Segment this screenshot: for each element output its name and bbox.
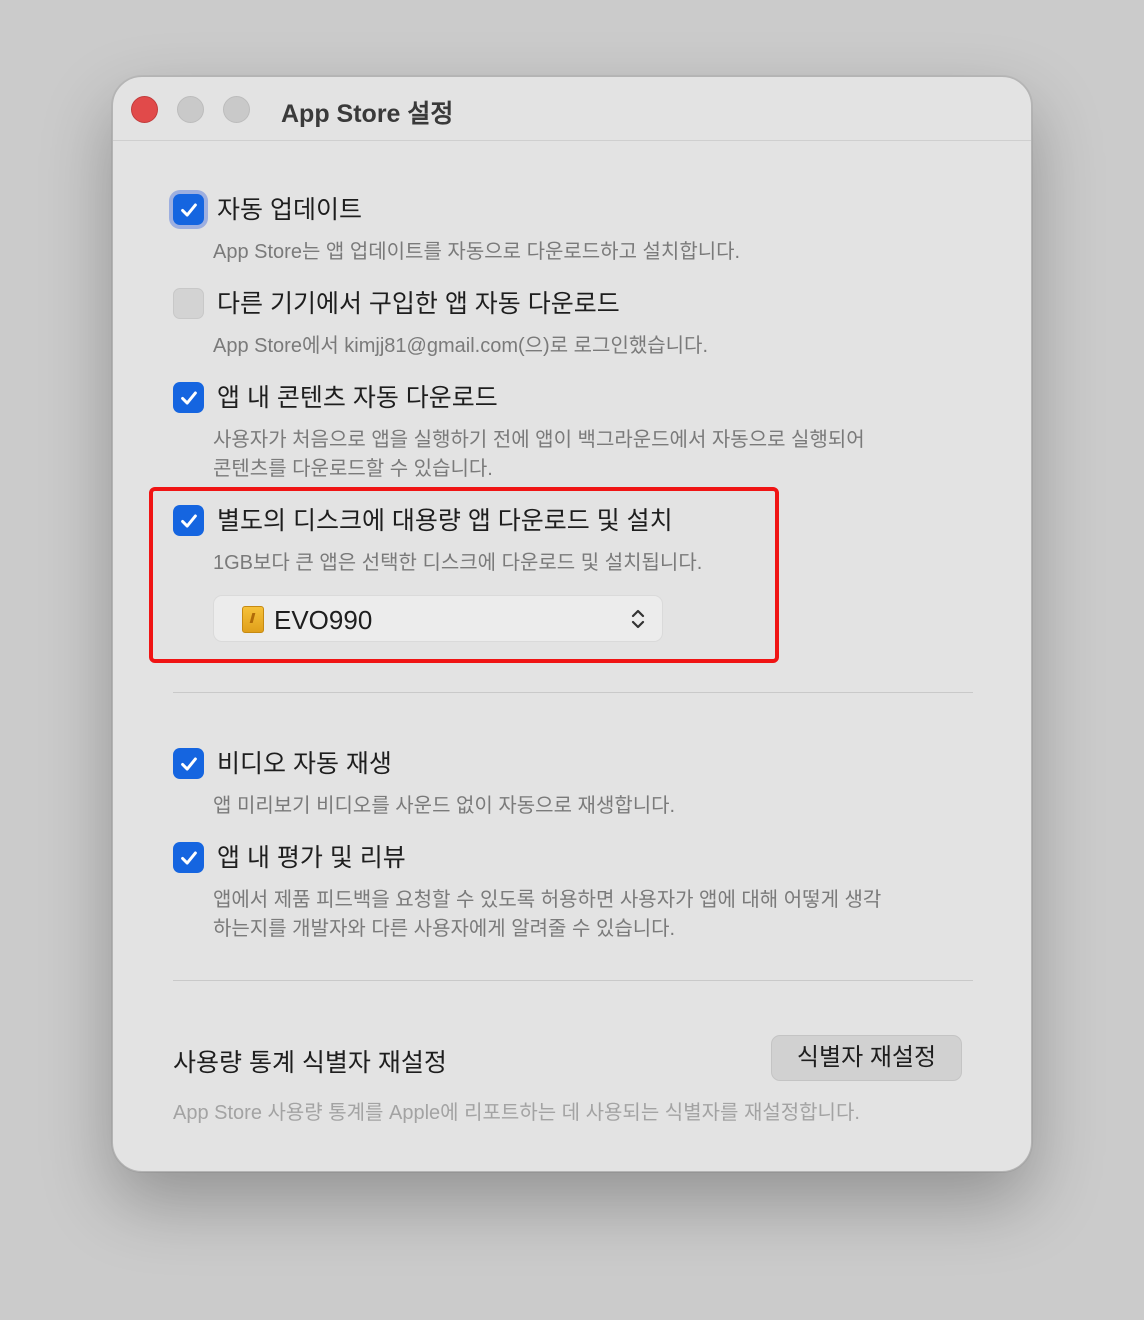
checkmark-icon [180, 513, 197, 528]
auto-update-label: 자동 업데이트 [217, 196, 362, 224]
window-title: App Store 설정 [281, 100, 454, 128]
close-window-button[interactable] [131, 96, 158, 123]
disk-select-popup[interactable]: EVO990 [213, 595, 663, 642]
settings-window: App Store 설정 자동 업데이트 App Store는 앱 업데이트를 … [112, 76, 1032, 1172]
disk-select-value: EVO990 [274, 605, 373, 635]
section-divider [173, 692, 973, 693]
reset-identifier-label: 사용량 통계 식별자 재설정 [173, 1049, 447, 1077]
external-disk-icon [242, 606, 264, 633]
in-app-ratings-checkbox[interactable] [173, 842, 204, 873]
auto-update-description: App Store는 앱 업데이트를 자동으로 다운로드하고 설치합니다. [213, 241, 741, 263]
video-autoplay-description: 앱 미리보기 비디오를 사운드 없이 자동으로 재생합니다. [213, 795, 676, 817]
auto-update-checkbox[interactable] [173, 194, 204, 225]
reset-identifier-button[interactable]: 식별자 재설정 [771, 1035, 962, 1081]
checkmark-icon [180, 756, 197, 771]
large-apps-separate-disk-checkbox[interactable] [173, 505, 204, 536]
download-other-devices-description: App Store에서 kimjj81@gmail.com(으)로 로그인했습니… [213, 335, 709, 357]
video-autoplay-label: 비디오 자동 재생 [217, 750, 392, 778]
in-app-ratings-label: 앱 내 평가 및 리뷰 [217, 844, 406, 872]
in-app-content-description: 사용자가 처음으로 앱을 실행하기 전에 앱이 백그라운드에서 자동으로 실행되… [213, 429, 865, 480]
large-apps-separate-disk-label: 별도의 디스크에 대용량 앱 다운로드 및 설치 [217, 507, 673, 535]
in-app-ratings-description: 앱에서 제품 피드백을 요청할 수 있도록 허용하면 사용자가 앱에 대해 어떻… [213, 889, 882, 940]
checkmark-icon [180, 390, 197, 405]
title-bar: App Store 설정 [113, 77, 1031, 141]
minimize-window-button[interactable] [177, 96, 204, 123]
download-other-devices-label: 다른 기기에서 구입한 앱 자동 다운로드 [217, 290, 620, 318]
video-autoplay-checkbox[interactable] [173, 748, 204, 779]
reset-identifier-description: App Store 사용량 통계를 Apple에 리포트하는 데 사용되는 식별… [173, 1102, 860, 1124]
download-other-devices-checkbox[interactable] [173, 288, 204, 319]
zoom-window-button[interactable] [223, 96, 250, 123]
up-down-chevron-icon [631, 609, 645, 629]
section-divider [173, 980, 973, 981]
large-apps-separate-disk-description: 1GB보다 큰 앱은 선택한 디스크에 다운로드 및 설치됩니다. [213, 552, 703, 574]
in-app-content-checkbox[interactable] [173, 382, 204, 413]
in-app-content-label: 앱 내 콘텐츠 자동 다운로드 [217, 384, 498, 412]
checkmark-icon [180, 850, 197, 865]
checkmark-icon [180, 202, 197, 217]
